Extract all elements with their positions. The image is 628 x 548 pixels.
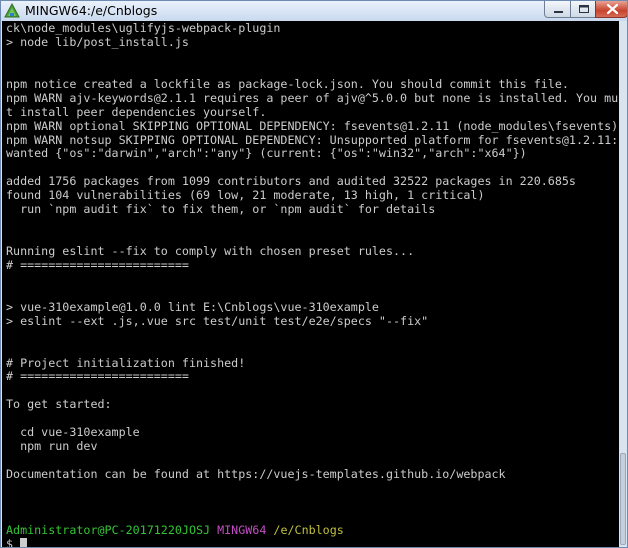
terminal-line: # Project initialization finished! bbox=[6, 355, 246, 370]
terminal-line: > node lib/post_install.js bbox=[6, 34, 189, 49]
terminal-line: npm run dev bbox=[6, 439, 98, 454]
terminal-line: Running eslint --fix to comply with chos… bbox=[6, 244, 415, 258]
vertical-scrollbar[interactable] bbox=[619, 21, 627, 547]
terminal-output[interactable]: ck\node_modules\uglifyjs-webpack-plugin … bbox=[2, 21, 619, 547]
close-button[interactable] bbox=[595, 1, 627, 18]
prompt-line: Administrator@PC-20171220JOSJ MINGW64 /e… bbox=[6, 522, 618, 538]
terminal-lines: ck\node_modules\uglifyjs-webpack-plugin … bbox=[6, 21, 619, 547]
terminal-line: npm notice created a lockfile as package… bbox=[6, 76, 569, 91]
terminal-line: t install peer dependencies yourself. bbox=[6, 104, 267, 119]
terminal-window: MINGW64:/e/Cnblogs ck\node_modules\uglif… bbox=[0, 0, 628, 548]
scrollbar-thumb[interactable] bbox=[620, 453, 626, 545]
terminal-line: found 104 vulnerabilities (69 low, 21 mo… bbox=[6, 188, 485, 203]
terminal-line: npm WARN notsup SKIPPING OPTIONAL DEPEND… bbox=[6, 132, 619, 147]
prompt-user-host: Administrator@PC-20171220JOSJ bbox=[6, 522, 211, 537]
text-cursor bbox=[20, 537, 28, 547]
prompt-shell: MINGW64 bbox=[217, 522, 267, 537]
terminal-line: > vue-310example@1.0.0 lint E:\Cnblogs\v… bbox=[6, 299, 379, 314]
minimize-button[interactable] bbox=[544, 1, 571, 18]
terminal-line: npm WARN optional SKIPPING OPTIONAL DEPE… bbox=[6, 118, 619, 133]
maximize-icon bbox=[579, 5, 589, 13]
terminal-line: > eslint --ext .js,.vue src test/unit te… bbox=[6, 313, 429, 328]
terminal-line: # ======================== bbox=[6, 369, 189, 384]
terminal-line: run `npm audit fix` to fix them, or `npm… bbox=[6, 202, 436, 217]
terminal-line: cd vue-310example bbox=[6, 425, 140, 440]
prompt-symbol: $ bbox=[6, 536, 14, 547]
terminal-line: # ======================== bbox=[6, 257, 189, 272]
mingw-icon bbox=[4, 3, 20, 18]
title-bar[interactable]: MINGW64:/e/Cnblogs bbox=[1, 1, 627, 21]
terminal-line: To get started: bbox=[6, 397, 112, 412]
maximize-button[interactable] bbox=[570, 1, 596, 18]
terminal-line: npm WARN ajv-keywords@2.1.1 requires a p… bbox=[6, 90, 619, 105]
terminal-line: wanted {"os":"darwin","arch":"any"} (cur… bbox=[6, 146, 527, 161]
terminal-line: ck\node_modules\uglifyjs-webpack-plugin bbox=[6, 21, 281, 35]
minimize-icon bbox=[554, 11, 563, 13]
terminal-line: added 1756 packages from 1099 contributo… bbox=[6, 174, 576, 189]
close-icon bbox=[606, 3, 619, 15]
window-title: MINGW64:/e/Cnblogs bbox=[25, 3, 158, 18]
prompt-path: /e/Cnblogs bbox=[273, 522, 344, 537]
terminal-line: Documentation can be found at https://vu… bbox=[6, 467, 506, 481]
command-input-line[interactable]: $ bbox=[6, 536, 618, 547]
